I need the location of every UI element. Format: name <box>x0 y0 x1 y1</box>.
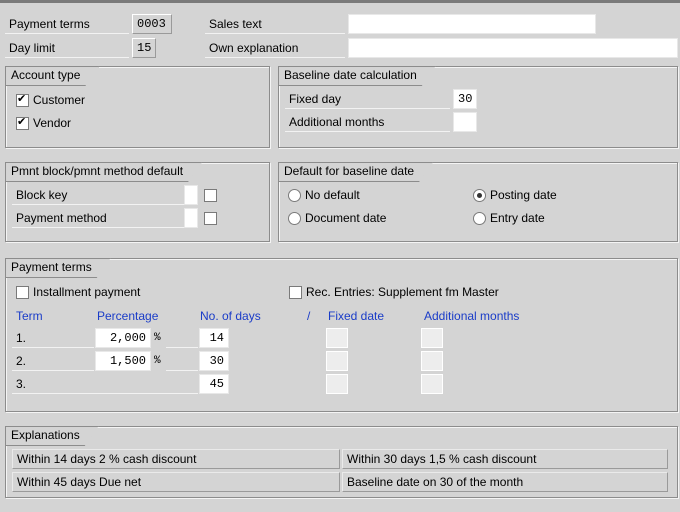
additional-months-row-2-input[interactable] <box>421 351 443 371</box>
col-additional-months: Additional months <box>424 309 520 323</box>
own-explanation-label: Own explanation <box>205 38 345 58</box>
days-row-2-input[interactable]: 30 <box>199 351 229 371</box>
term-row-1-label: 1. <box>12 328 94 348</box>
percent-sign-row-1: % <box>154 332 161 344</box>
payment-method-input[interactable] <box>184 208 198 228</box>
sales-text-input[interactable] <box>348 14 596 34</box>
additional-months-label: Additional months <box>285 112 450 132</box>
explanations-group: Explanations Within 14 days 2 % cash dis… <box>5 426 678 498</box>
fixed-day-input[interactable]: 30 <box>453 89 477 109</box>
payment-terms-group: Payment terms Installment payment Rec. E… <box>5 258 678 412</box>
customer-label: Customer <box>33 93 86 107</box>
default-baseline-group: Default for baseline date No default Pos… <box>278 162 678 242</box>
entry-date-radio[interactable] <box>473 212 486 225</box>
additional-months-row-3-input[interactable] <box>421 374 443 394</box>
account-type-group: Account type Customer Vendor <box>5 66 270 148</box>
account-type-title: Account type <box>5 66 99 86</box>
own-explanation-input[interactable] <box>348 38 678 58</box>
vendor-label: Vendor <box>33 116 72 130</box>
explanation-line-1: Within 14 days 2 % cash discount <box>12 449 340 469</box>
fixed-date-row-2-input[interactable] <box>326 351 348 371</box>
payment-terms-title: Payment terms <box>5 258 111 278</box>
baseline-calc-group: Baseline date calculation Fixed day 30 A… <box>278 66 678 148</box>
fixed-date-row-3-input[interactable] <box>326 374 348 394</box>
day-limit-label: Day limit <box>5 38 129 58</box>
payment-terms-field[interactable]: 0003 <box>132 14 172 34</box>
days-row-1-input[interactable]: 14 <box>199 328 229 348</box>
rec-entries-label: Rec. Entries: Supplement fm Master <box>306 285 499 299</box>
payment-method-checkbox[interactable] <box>204 212 217 225</box>
explanations-title: Explanations <box>5 426 99 446</box>
vendor-checkbox[interactable] <box>16 115 29 130</box>
default-baseline-title: Default for baseline date <box>278 162 433 182</box>
explanation-line-3: Within 45 days Due net <box>12 472 340 492</box>
installment-payment-checkbox[interactable] <box>16 286 29 299</box>
block-key-label: Block key <box>12 185 184 205</box>
percentage-row-2-input[interactable]: 1,500 <box>95 351 151 371</box>
posting-date-label: Posting date <box>490 188 557 202</box>
posting-date-radio[interactable] <box>473 189 486 202</box>
sales-text-label: Sales text <box>205 14 345 34</box>
explanation-line-2: Within 30 days 1,5 % cash discount <box>342 449 668 469</box>
additional-months-row-1-input[interactable] <box>421 328 443 348</box>
rec-entries-checkbox[interactable] <box>289 286 302 299</box>
no-default-label: No default <box>305 188 360 202</box>
document-date-label: Document date <box>305 211 387 225</box>
col-term: Term <box>16 309 43 323</box>
days-row-3-input[interactable]: 45 <box>199 374 229 394</box>
fixed-date-row-1-input[interactable] <box>326 328 348 348</box>
installment-payment-label: Installment payment <box>33 285 141 299</box>
payment-block-group: Pmnt block/pmnt method default Block key… <box>5 162 270 242</box>
row-2-spacer <box>166 351 198 371</box>
window-top-border <box>0 0 680 3</box>
customer-checkbox[interactable] <box>16 92 29 107</box>
block-key-input[interactable] <box>184 185 198 205</box>
payment-terms-label: Payment terms <box>5 14 129 34</box>
col-slash: / <box>307 309 311 323</box>
fixed-day-label: Fixed day <box>285 89 450 109</box>
explanation-line-4: Baseline date on 30 of the month <box>342 472 668 492</box>
baseline-calc-title: Baseline date calculation <box>278 66 436 86</box>
payment-block-title: Pmnt block/pmnt method default <box>5 162 202 182</box>
percentage-row-1-input[interactable]: 2,000 <box>95 328 151 348</box>
term-row-3-label: 3. <box>12 374 198 394</box>
no-default-radio[interactable] <box>288 189 301 202</box>
entry-date-label: Entry date <box>490 211 545 225</box>
percent-sign-row-2: % <box>154 355 161 367</box>
col-no-of-days: No. of days <box>200 309 261 323</box>
additional-months-input[interactable] <box>453 112 477 132</box>
col-percentage: Percentage <box>97 309 159 323</box>
document-date-radio[interactable] <box>288 212 301 225</box>
block-key-checkbox[interactable] <box>204 189 217 202</box>
term-row-2-label: 2. <box>12 351 94 371</box>
row-1-spacer <box>166 328 198 348</box>
col-fixed-date: Fixed date <box>328 309 385 323</box>
day-limit-field[interactable]: 15 <box>132 38 156 58</box>
payment-method-label: Payment method <box>12 208 184 228</box>
